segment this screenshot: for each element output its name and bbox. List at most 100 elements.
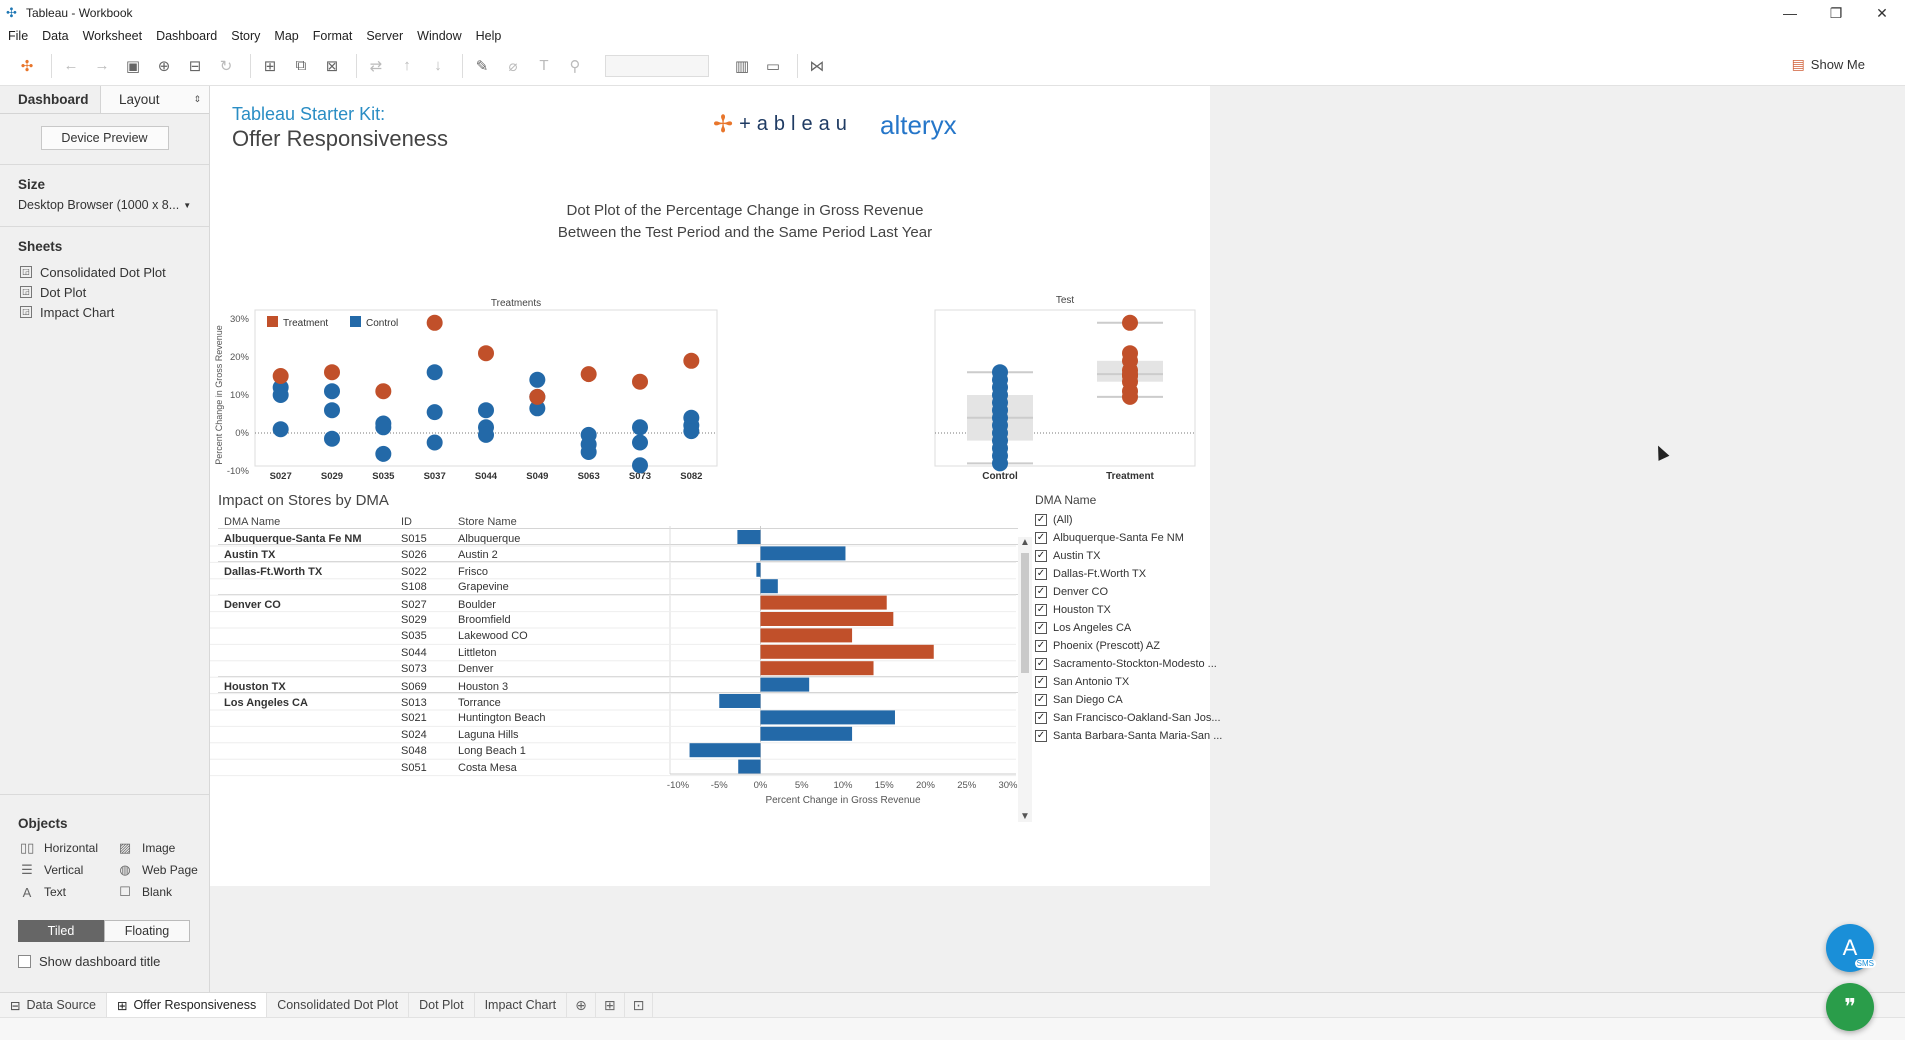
menu-data[interactable]: Data — [42, 29, 68, 43]
tab-dot-plot[interactable]: Dot Plot — [409, 993, 475, 1017]
sheet-item-impact-chart[interactable]: ◲ Impact Chart — [0, 302, 209, 322]
chat-assistant-button[interactable]: A SMS — [1826, 924, 1876, 972]
tab-layout[interactable]: Layout ⇕ — [100, 86, 209, 113]
close-button[interactable]: ✕ — [1859, 0, 1905, 26]
fit-select[interactable] — [605, 54, 709, 77]
sort-ascending-icon[interactable]: ↑ — [394, 53, 420, 79]
new-worksheet-icon[interactable]: ⊞ — [257, 53, 283, 79]
dma-filter-item[interactable]: ✓ San Antonio TX — [1035, 673, 1235, 691]
refresh-icon[interactable]: ↻ — [213, 53, 239, 79]
checkbox-checked-icon[interactable]: ✓ — [1035, 640, 1047, 652]
minimize-button[interactable]: — — [1767, 0, 1813, 26]
undo-icon[interactable]: ← — [58, 53, 84, 79]
group-icon[interactable]: ⌀ — [500, 53, 526, 79]
checkbox-checked-icon[interactable]: ✓ — [1035, 604, 1047, 616]
menu-file[interactable]: File — [8, 29, 28, 43]
dma-filter-item[interactable]: ✓ (All) — [1035, 511, 1235, 529]
redo-icon[interactable]: → — [89, 53, 115, 79]
share-icon[interactable]: ⋈ — [804, 53, 830, 79]
checkbox-checked-icon[interactable]: ✓ — [1035, 586, 1047, 598]
window-controls: — ❐ ✕ — [1767, 0, 1905, 26]
divider — [0, 794, 209, 795]
menu-dashboard[interactable]: Dashboard — [156, 29, 217, 43]
tab-dashboard[interactable]: Dashboard — [0, 86, 100, 113]
swap-icon[interactable]: ⇄ — [363, 53, 389, 79]
device-preview-button[interactable]: Device Preview — [40, 126, 169, 150]
checkbox-checked-icon[interactable]: ✓ — [1035, 712, 1047, 724]
highlight-icon[interactable]: ✎ — [469, 53, 495, 79]
object-image[interactable]: ▨ Image — [118, 840, 216, 856]
restore-button[interactable]: ❐ — [1813, 0, 1859, 26]
clear-sheet-icon[interactable]: ⊠ — [319, 53, 345, 79]
object-vertical[interactable]: ☰ Vertical — [20, 862, 118, 878]
checkbox-checked-icon[interactable]: ✓ — [1035, 694, 1047, 706]
sort-descending-icon[interactable]: ↓ — [425, 53, 451, 79]
checkbox-checked-icon[interactable]: ✓ — [1035, 622, 1047, 634]
menu-format[interactable]: Format — [313, 29, 353, 43]
dma-filter-item[interactable]: ✓ Denver CO — [1035, 583, 1235, 601]
dma-filter-item[interactable]: ✓ Albuquerque-Santa Fe NM — [1035, 529, 1235, 547]
dma-filter-item[interactable]: ✓ San Francisco-Oakland-San Jos... — [1035, 709, 1235, 727]
checkbox-checked-icon[interactable]: ✓ — [1035, 676, 1047, 688]
show-cards-icon[interactable]: ▥ — [729, 53, 755, 79]
scroll-down-icon[interactable]: ▼ — [1018, 811, 1032, 822]
label-icon[interactable]: T — [531, 53, 557, 79]
horizontal-container-icon: ▯▯ — [20, 840, 35, 855]
toolbar-separator — [250, 53, 251, 78]
dma-filter-item[interactable]: ✓ Phoenix (Prescott) AZ — [1035, 637, 1235, 655]
dma-filter-item[interactable]: ✓ Dallas-Ft.Worth TX — [1035, 565, 1235, 583]
new-data-source-icon[interactable]: ⊕ — [151, 53, 177, 79]
new-dashboard-tab-icon[interactable]: ⊞ — [596, 993, 625, 1017]
x-tick-label: 10% — [833, 780, 853, 791]
checkbox-checked-icon[interactable]: ✓ — [1035, 658, 1047, 670]
impact-chart-title: Impact on Stores by DMA — [218, 492, 389, 509]
size-select[interactable]: Desktop Browser (1000 x 8... ▼ — [0, 198, 209, 212]
new-worksheet-tab-icon[interactable]: ⊕ — [567, 993, 596, 1017]
tab-data-source[interactable]: ⊟ Data Source — [0, 993, 107, 1017]
presentation-mode-icon[interactable]: ▭ — [760, 53, 786, 79]
quote-chat-button[interactable]: ❞ — [1826, 983, 1874, 1031]
show-me-button[interactable]: ▤ Show Me — [1792, 56, 1865, 73]
show-me-label: Show Me — [1810, 57, 1865, 72]
dma-filter-item[interactable]: ✓ Houston TX — [1035, 601, 1235, 619]
checkbox-checked-icon[interactable]: ✓ — [1035, 514, 1047, 526]
menu-server[interactable]: Server — [366, 29, 403, 43]
tab-consolidated-dot-plot[interactable]: Consolidated Dot Plot — [267, 993, 410, 1017]
tableau-logo-icon[interactable]: ✣ — [14, 53, 40, 79]
menu-help[interactable]: Help — [476, 29, 502, 43]
impact-bar — [737, 530, 761, 544]
checkbox-checked-icon[interactable]: ✓ — [1035, 568, 1047, 580]
dma-filter-label: Denver CO — [1053, 586, 1109, 598]
impact-scrollbar[interactable]: ▲ ▼ — [1018, 537, 1032, 822]
dma-filter-item[interactable]: ✓ San Diego CA — [1035, 691, 1235, 709]
checkbox-checked-icon[interactable]: ✓ — [1035, 730, 1047, 742]
new-story-tab-icon[interactable]: ⊡ — [625, 993, 654, 1017]
menu-map[interactable]: Map — [274, 29, 298, 43]
tab-offer-responsiveness[interactable]: ⊞ Offer Responsiveness — [106, 993, 268, 1017]
sheet-item-consolidated-dot-plot[interactable]: ◲ Consolidated Dot Plot — [0, 262, 209, 282]
menu-story[interactable]: Story — [231, 29, 260, 43]
dma-filter-item[interactable]: ✓ Santa Barbara-Santa Maria-San ... — [1035, 727, 1235, 745]
fix-axes-icon[interactable]: ⚲ — [562, 53, 588, 79]
save-icon[interactable]: ▣ — [120, 53, 146, 79]
object-blank[interactable]: ☐ Blank — [118, 884, 216, 900]
tiled-button[interactable]: Tiled — [18, 920, 104, 942]
object-horizontal[interactable]: ▯▯ Horizontal — [20, 840, 118, 856]
duplicate-icon[interactable]: ⧉ — [288, 53, 314, 79]
object-web-page[interactable]: ◍ Web Page — [118, 862, 216, 878]
menu-window[interactable]: Window — [417, 29, 461, 43]
scroll-up-icon[interactable]: ▲ — [1018, 537, 1032, 548]
tab-impact-chart[interactable]: Impact Chart — [475, 993, 568, 1017]
show-title-checkbox[interactable] — [18, 955, 31, 968]
menu-worksheet[interactable]: Worksheet — [83, 29, 143, 43]
dma-filter-item[interactable]: ✓ Los Angeles CA — [1035, 619, 1235, 637]
object-text[interactable]: A Text — [20, 884, 118, 900]
pause-updates-icon[interactable]: ⊟ — [182, 53, 208, 79]
floating-button[interactable]: Floating — [104, 920, 190, 942]
dma-filter-item[interactable]: ✓ Sacramento-Stockton-Modesto ... — [1035, 655, 1235, 673]
checkbox-checked-icon[interactable]: ✓ — [1035, 532, 1047, 544]
scroll-thumb[interactable] — [1021, 553, 1029, 673]
sheet-item-dot-plot[interactable]: ◲ Dot Plot — [0, 282, 209, 302]
dma-filter-item[interactable]: ✓ Austin TX — [1035, 547, 1235, 565]
checkbox-checked-icon[interactable]: ✓ — [1035, 550, 1047, 562]
